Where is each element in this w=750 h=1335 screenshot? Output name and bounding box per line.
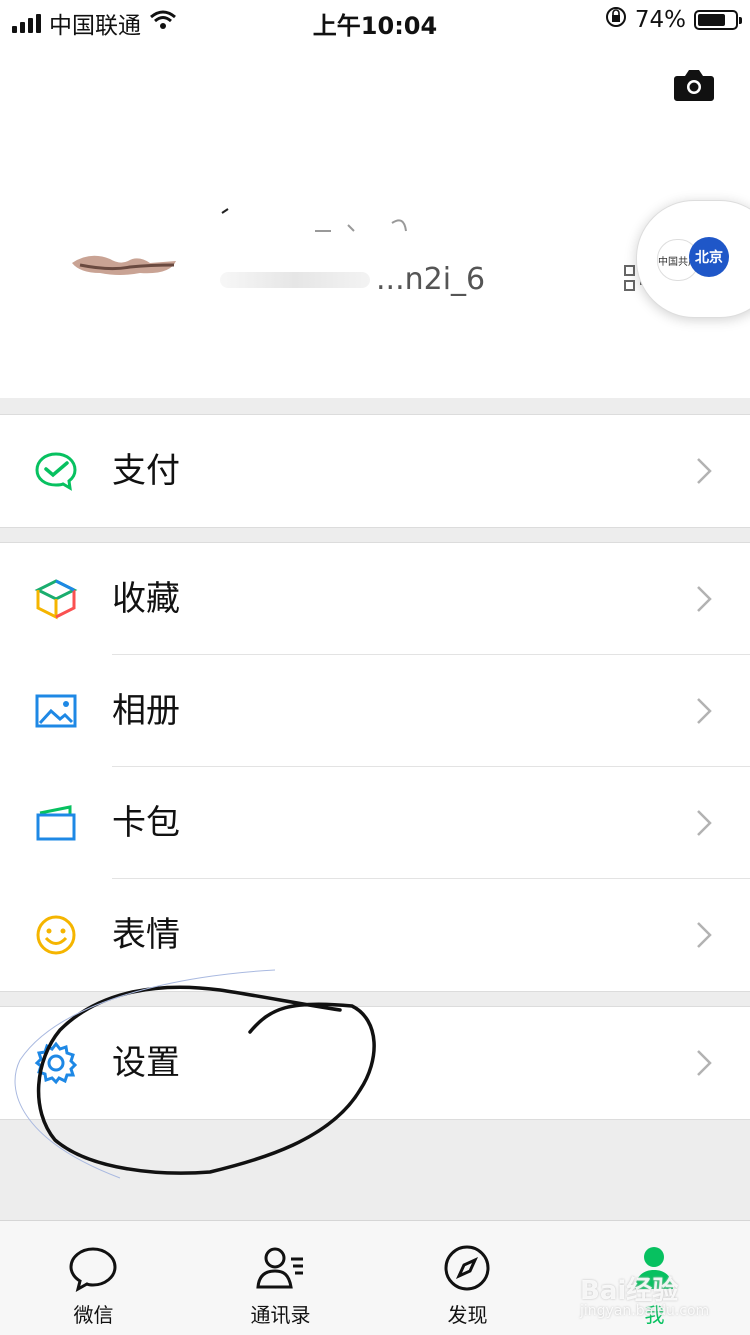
battery-percent: 74%	[634, 7, 686, 33]
smiley-icon	[34, 913, 78, 957]
menu-item-favorites[interactable]: 收藏	[0, 543, 750, 655]
wechat-id: ...n2i_6	[220, 262, 485, 297]
tab-label-chats: 微信	[73, 1303, 114, 1327]
status-right: 74%	[605, 6, 742, 34]
wechat-id-suffix: ...n2i_6	[376, 262, 486, 297]
tab-label-discover: 发现	[447, 1303, 488, 1327]
tab-contacts[interactable]: 通讯录	[187, 1221, 374, 1335]
compass-icon	[444, 1245, 490, 1291]
chevron-right-icon	[696, 585, 712, 617]
chevron-right-icon	[696, 1049, 712, 1081]
menu-label-cards: 卡包	[112, 803, 180, 843]
avatar[interactable]	[70, 235, 180, 285]
menu-group-main: 收藏 相册 卡包 表情	[0, 542, 750, 992]
chevron-right-icon	[696, 921, 712, 953]
watermark-sub: jingyan.baidu.com	[580, 1303, 710, 1319]
tab-discover[interactable]: 发现	[374, 1221, 561, 1335]
wechat-pay-icon	[34, 449, 78, 493]
status-bar: 中国联通 上午10:04 74%	[0, 0, 750, 40]
camera-icon[interactable]	[673, 68, 715, 106]
tab-label-contacts: 通讯录	[250, 1303, 311, 1327]
menu-label-favorites: 收藏	[112, 579, 180, 619]
menu-item-album[interactable]: 相册	[0, 655, 750, 767]
chevron-right-icon	[696, 457, 712, 489]
menu-label-stickers: 表情	[112, 915, 180, 955]
profile-header[interactable]: ...n2i_6 中国共产 北京	[0, 40, 750, 398]
menu-item-pay[interactable]: 支付	[0, 415, 750, 527]
wechat-id-blur	[220, 271, 370, 288]
battery-icon	[694, 10, 742, 30]
chevron-right-icon	[696, 809, 712, 841]
menu-group-settings: 设置	[0, 1006, 750, 1120]
menu-item-cards[interactable]: 卡包	[0, 767, 750, 879]
menu-label-pay: 支付	[112, 451, 180, 491]
watermark-main: Bai经验	[580, 1276, 679, 1306]
nickname-blurred	[220, 205, 420, 245]
favorites-cube-icon	[34, 577, 78, 621]
chevron-right-icon	[696, 697, 712, 729]
menu-label-album: 相册	[112, 691, 180, 731]
menu-item-settings[interactable]: 设置	[0, 1007, 750, 1119]
gear-icon	[34, 1041, 78, 1085]
tab-chats[interactable]: 微信	[0, 1221, 187, 1335]
menu-label-settings: 设置	[112, 1043, 180, 1083]
baidu-watermark: Bai经验 jingyan.baidu.com	[580, 1270, 709, 1319]
menu-group-pay: 支付	[0, 414, 750, 528]
rotation-lock-icon	[605, 6, 627, 34]
floating-window[interactable]: 中国共产 北京	[636, 200, 750, 318]
album-image-icon	[34, 689, 78, 733]
menu-item-stickers[interactable]: 表情	[0, 879, 750, 991]
floating-badge-right[interactable]: 北京	[689, 237, 729, 277]
chat-bubble-icon	[69, 1247, 117, 1292]
battery-level	[698, 14, 725, 26]
card-wallet-icon	[34, 801, 78, 845]
contacts-icon	[256, 1247, 303, 1289]
